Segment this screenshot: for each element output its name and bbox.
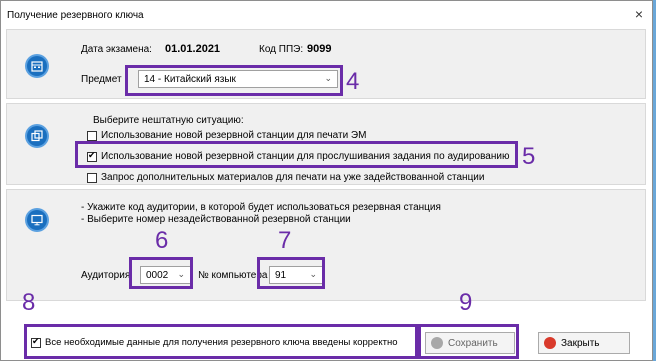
highlight-box-subject (125, 65, 343, 96)
annotation-number-9: 9 (459, 289, 473, 316)
close-circle-icon (544, 337, 556, 349)
highlight-box-room (129, 257, 193, 289)
close-button[interactable]: Закрыть (538, 332, 630, 354)
room-label: Аудитория (81, 270, 131, 281)
station-hint-room: - Укажите код аудитории, в которой будет… (81, 202, 441, 213)
annotation-number-6: 6 (155, 227, 169, 254)
annotation-number-7: 7 (278, 227, 292, 254)
copy-icon (27, 126, 47, 146)
option-additional-label[interactable]: Запрос дополнительных материалов для печ… (101, 172, 484, 183)
highlight-box-computer (257, 257, 325, 289)
station-panel: - Укажите код аудитории, в которой будет… (6, 189, 646, 301)
annotation-number-8: 8 (22, 289, 36, 316)
annotation-number-4: 4 (346, 68, 360, 95)
option-print-checkbox[interactable] (87, 131, 97, 141)
highlight-box-save (418, 324, 519, 359)
station-hint-computer: - Выберите номер незадействованной резер… (81, 214, 351, 225)
highlight-box-audio-option (75, 141, 518, 168)
title-bar: Получение резервного ключа × (1, 1, 652, 29)
close-icon[interactable]: × (635, 6, 643, 22)
situation-heading: Выберите нештатную ситуацию: (93, 115, 244, 126)
window-title: Получение резервного ключа (7, 10, 144, 21)
exam-date-label: Дата экзамена: (81, 44, 152, 55)
monitor-icon (27, 210, 47, 230)
ppe-code-label: Код ППЭ: (259, 44, 304, 55)
ppe-code-value: 9099 (307, 43, 332, 55)
dialog-window: Получение резервного ключа × Дата экзаме… (0, 0, 653, 361)
highlight-box-confirm (24, 324, 418, 359)
calendar-icon (27, 56, 47, 76)
subject-label: Предмет (81, 74, 122, 85)
option-additional-checkbox[interactable] (87, 173, 97, 183)
option-print-label[interactable]: Использование новой резервной станции дл… (101, 130, 366, 141)
annotation-number-5: 5 (522, 143, 536, 170)
exam-date-value: 01.01.2021 (165, 43, 221, 55)
close-label: Закрыть (561, 338, 600, 349)
